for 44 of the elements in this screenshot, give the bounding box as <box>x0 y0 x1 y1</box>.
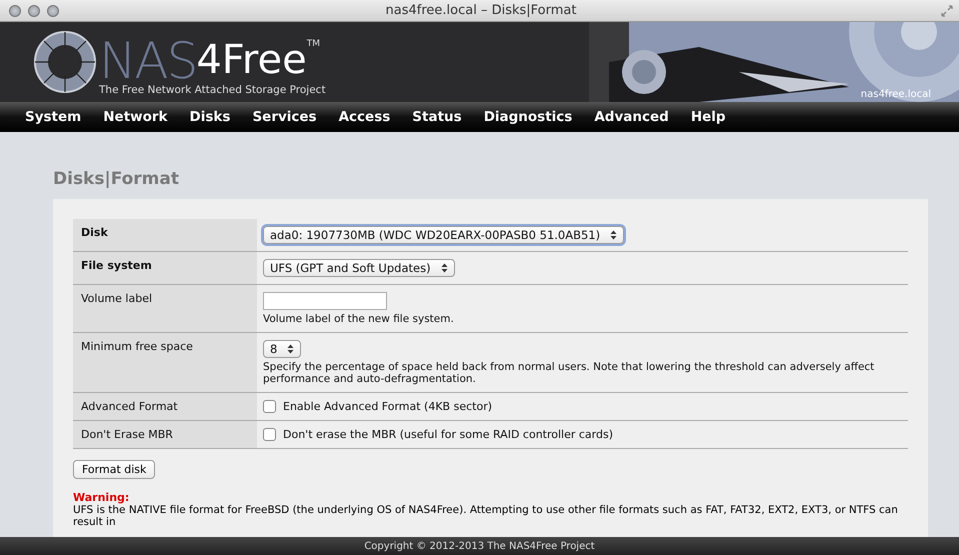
logo-text: NAS <box>99 36 196 86</box>
page-title: Disks|Format <box>53 169 180 189</box>
nav-menu-item[interactable]: Advanced <box>583 109 680 125</box>
nav-menu-item[interactable]: Diagnostics <box>472 109 584 125</box>
updown-icon <box>610 230 618 240</box>
checkbox-label: Enable Advanced Format (4KB sector) <box>283 400 492 413</box>
updown-icon <box>287 344 294 354</box>
field-label: Disk <box>73 219 257 252</box>
checkbox-label: Don't erase the MBR (useful for some RAID controller cards) <box>283 428 614 441</box>
field-label: File system <box>73 252 257 284</box>
nav-menu-item[interactable]: Network <box>92 109 179 125</box>
dropdown-select[interactable]: ada0: 1907730MB (WDC WD20EARX-00PASB0 51.0AB51) <box>263 226 624 244</box>
nav-menu-item[interactable]: System <box>14 109 92 125</box>
dropdown-select[interactable]: UFS (GPT and Soft Updates) <box>263 259 455 277</box>
logo-text: 4Free <box>196 40 307 80</box>
field-label: Advanced Format <box>73 392 257 420</box>
field-label: Don't Erase MBR <box>73 420 257 448</box>
input-field[interactable] <box>263 292 387 310</box>
window-title: nas4free.local – Disks|Format <box>386 3 576 18</box>
nav-menu-item[interactable]: Disks <box>178 109 242 125</box>
checkbox[interactable] <box>263 400 276 413</box>
trademark-mark: TM <box>306 40 320 49</box>
checkbox[interactable] <box>263 428 276 441</box>
nav-menu-item[interactable]: Help <box>680 109 737 125</box>
field-description: Specify the percentage of space held back from normal users. Note that lowering the threshold can adversely affect performance and auto-defragmentation. <box>263 361 876 385</box>
updown-icon <box>440 263 448 273</box>
logo-ring-icon <box>33 30 97 94</box>
warning-title: Warning: <box>73 491 130 504</box>
field-label: Minimum free space <box>73 332 257 392</box>
field-label: Volume label <box>73 284 257 332</box>
window-control-button[interactable] <box>47 4 59 16</box>
nav-menu-item[interactable]: Status <box>401 109 473 125</box>
hostname-label: nas4free.local <box>860 89 931 100</box>
nav-menu-item[interactable]: Access <box>328 109 402 125</box>
field-description: Volume label of the new file system. <box>263 313 455 325</box>
window-control-button[interactable] <box>9 4 21 16</box>
fullscreen-icon[interactable] <box>941 4 953 16</box>
dropdown-select[interactable]: 8 <box>263 340 302 358</box>
copyright-text: Copyright © 2012-2013 The NAS4Free Project <box>364 540 595 552</box>
format-disk-button[interactable]: Format disk <box>73 460 156 479</box>
nav-menu-item[interactable]: Services <box>241 109 328 125</box>
logo-tagline: The Free Network Attached Storage Project <box>99 84 326 96</box>
warning-text: UFS is the NATIVE file format for FreeBSD (the underlying OS of NAS4Free). Attempting to use other file formats such as FAT, FAT32, EXT2, EXT3, or NTFS can result in <box>73 504 899 528</box>
window-control-button[interactable] <box>28 4 40 16</box>
